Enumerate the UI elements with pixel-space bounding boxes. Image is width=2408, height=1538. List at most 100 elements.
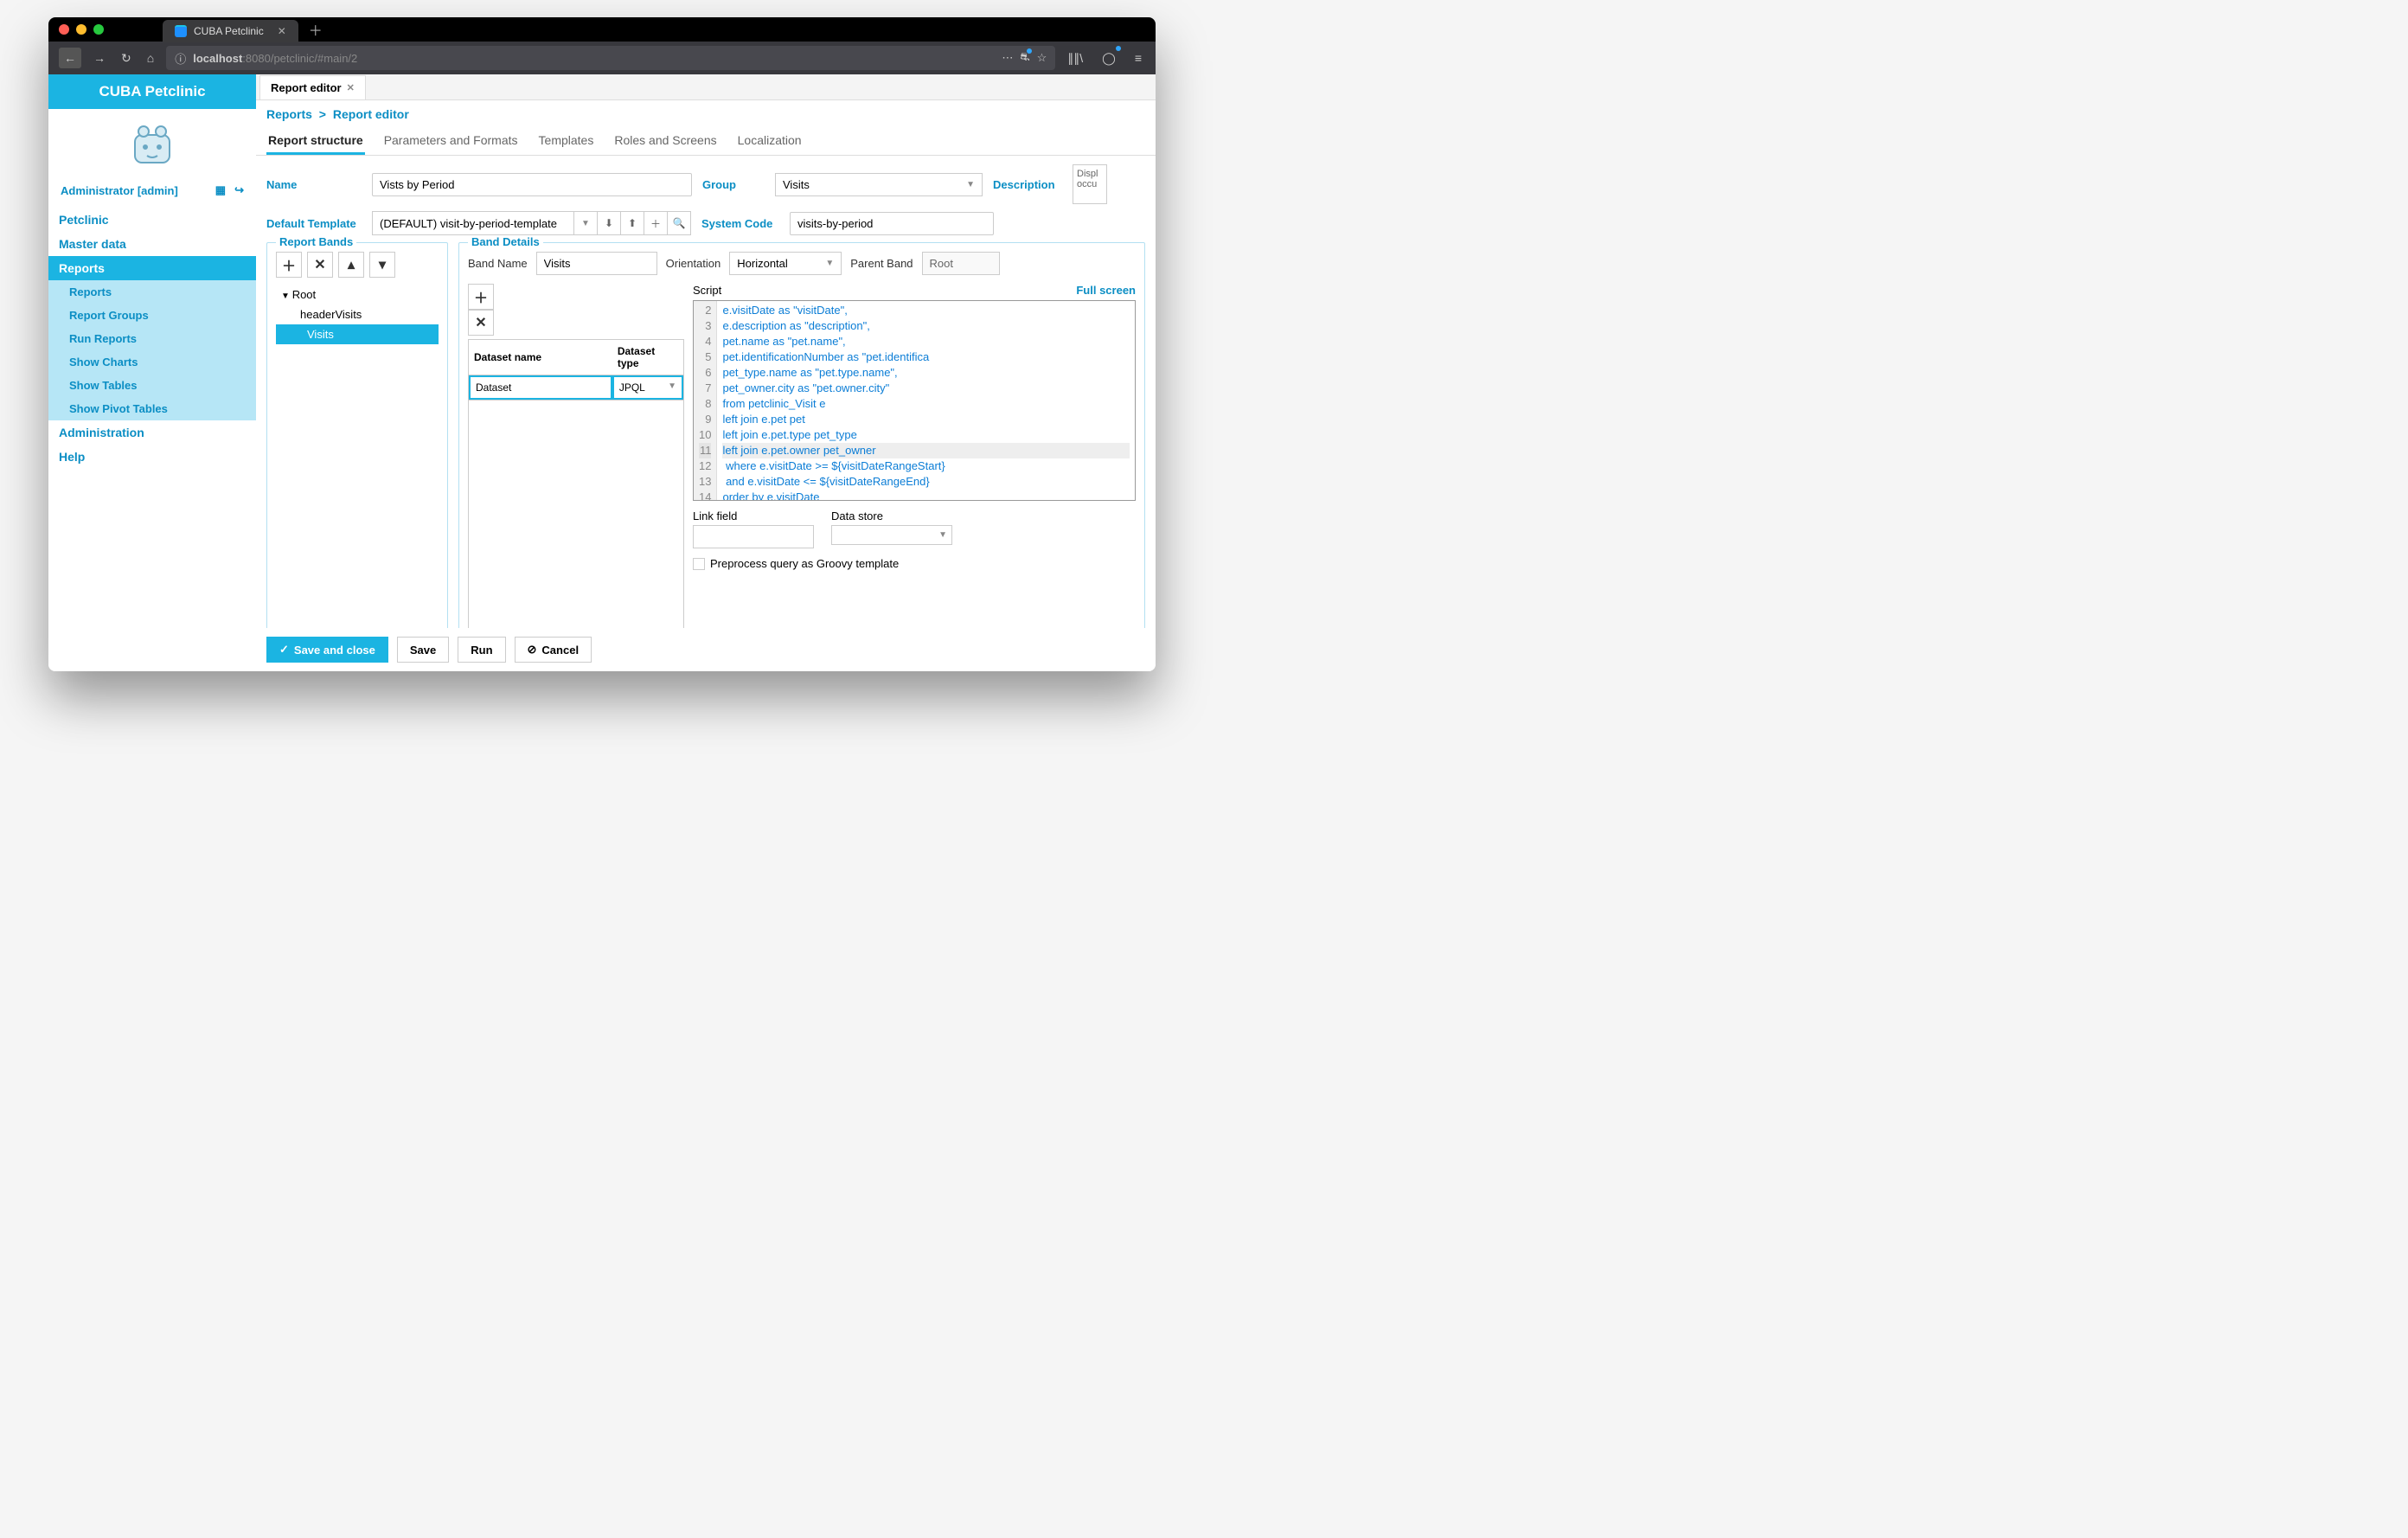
parent-label: Parent Band — [850, 257, 913, 270]
menu-administration[interactable]: Administration — [48, 420, 256, 445]
ds-type-header[interactable]: Dataset type — [612, 340, 683, 375]
band-up-button[interactable]: ▴ — [338, 252, 364, 278]
breadcrumb-root[interactable]: Reports — [266, 107, 312, 121]
home-button[interactable]: ⌂ — [144, 48, 157, 68]
line-gutter: 234567891011121314 — [694, 301, 717, 500]
menu-icon[interactable]: ≡ — [1131, 48, 1145, 68]
tab-params[interactable]: Parameters and Formats — [382, 128, 520, 155]
inner-tabs: Report structure Parameters and Formats … — [256, 125, 1156, 156]
orientation-select[interactable]: Horizontal ▼ — [729, 252, 842, 275]
reload-button[interactable]: ↻ — [118, 48, 135, 69]
grid-icon[interactable]: ▦ — [215, 183, 226, 197]
more-icon[interactable]: ⋯ — [1002, 51, 1013, 65]
tab-close-icon[interactable]: ✕ — [278, 25, 286, 37]
tab-templates[interactable]: Templates — [537, 128, 596, 155]
shield-icon[interactable]: ⛐ — [1020, 50, 1029, 66]
submenu-run-reports[interactable]: Run Reports — [48, 327, 256, 350]
script-label: Script — [693, 284, 721, 297]
chevron-down-icon: ▼ — [668, 381, 676, 394]
menu-reports[interactable]: Reports — [48, 256, 256, 280]
tab-structure[interactable]: Report structure — [266, 128, 365, 155]
browser-tab[interactable]: CUBA Petclinic ✕ — [163, 20, 298, 42]
forward-button[interactable]: → — [90, 48, 109, 68]
bandname-input[interactable] — [536, 252, 657, 275]
save-button[interactable]: Save — [397, 637, 449, 663]
tab-roles[interactable]: Roles and Screens — [612, 128, 718, 155]
menu-petclinic[interactable]: Petclinic — [48, 208, 256, 232]
menu-help[interactable]: Help — [48, 445, 256, 469]
search-icon[interactable]: 🔍 — [667, 211, 691, 235]
template-dropdown-icon[interactable]: ▼ — [573, 211, 598, 235]
window-minimize[interactable] — [76, 24, 86, 35]
tree-visits[interactable]: Visits — [276, 324, 439, 344]
band-remove-button[interactable]: ✕ — [307, 252, 333, 278]
submenu-show-charts[interactable]: Show Charts — [48, 350, 256, 374]
window-maximize[interactable] — [93, 24, 104, 35]
bands-tree: Root headerVisits Visits — [276, 285, 439, 344]
ds-name-input[interactable] — [471, 377, 611, 398]
user-label[interactable]: Administrator [admin] — [61, 184, 178, 197]
app-tab-close-icon[interactable]: ✕ — [347, 82, 355, 93]
account-icon[interactable]: ◯ — [1098, 48, 1119, 69]
name-input[interactable] — [372, 173, 692, 196]
download-icon[interactable]: ⬇ — [597, 211, 621, 235]
chevron-down-icon: ▼ — [966, 180, 975, 189]
band-down-button[interactable]: ▾ — [369, 252, 395, 278]
submenu-report-groups[interactable]: Report Groups — [48, 304, 256, 327]
ds-type-select[interactable]: JPQL▼ — [614, 377, 682, 398]
syscode-input[interactable] — [790, 212, 994, 235]
submenu-show-tables[interactable]: Show Tables — [48, 374, 256, 397]
script-editor[interactable]: 234567891011121314 e.visitDate as "visit… — [693, 300, 1136, 501]
app-tab-report-editor[interactable]: Report editor ✕ — [259, 75, 366, 99]
app-logo — [48, 109, 256, 178]
cancel-icon: ⊘ — [528, 643, 537, 657]
group-select[interactable]: Visits ▼ — [775, 173, 983, 196]
dataset-remove-button[interactable]: ✕ — [468, 310, 494, 336]
upload-icon[interactable]: ⬆ — [620, 211, 644, 235]
save-close-button[interactable]: ✓Save and close — [266, 637, 388, 663]
dataset-add-button[interactable]: ＋ — [468, 284, 494, 310]
link-field-input[interactable] — [693, 525, 814, 548]
orientation-value: Horizontal — [737, 257, 788, 270]
fullscreen-button[interactable]: Full screen — [1076, 284, 1136, 297]
breadcrumb: Reports > Report editor — [256, 100, 1156, 125]
preprocess-checkbox[interactable] — [693, 558, 705, 570]
link-field-label: Link field — [693, 509, 814, 522]
window-close[interactable] — [59, 24, 69, 35]
sidebar: CUBA Petclinic Administrator [admin] ▦ ↪… — [48, 74, 256, 671]
template-select[interactable]: (DEFAULT) visit-by-period-template — [372, 211, 574, 235]
bookmark-icon[interactable]: ☆ — [1037, 51, 1047, 65]
syscode-label: System Code — [701, 217, 779, 230]
tab-title: CUBA Petclinic — [194, 25, 264, 37]
window-titlebar: CUBA Petclinic ✕ ＋ — [48, 17, 1156, 42]
description-box[interactable]: Displ occu — [1073, 164, 1107, 204]
logout-icon[interactable]: ↪ — [234, 183, 244, 197]
band-add-button[interactable]: ＋ — [276, 252, 302, 278]
url-host: localhost — [193, 52, 242, 65]
code-area[interactable]: e.visitDate as "visitDate",e.description… — [717, 301, 1135, 500]
ds-empty-area — [468, 401, 684, 628]
tree-header-visits[interactable]: headerVisits — [276, 304, 439, 324]
data-store-select[interactable]: ▼ — [831, 525, 952, 545]
app-tab-label: Report editor — [271, 81, 342, 94]
cancel-button[interactable]: ⊘Cancel — [515, 637, 592, 663]
menu-master-data[interactable]: Master data — [48, 232, 256, 256]
chevron-down-icon: ▼ — [938, 530, 947, 540]
library-icon[interactable]: ∥∥\ — [1064, 48, 1086, 69]
add-template-icon[interactable]: ＋ — [644, 211, 668, 235]
info-icon[interactable]: ⓘ — [175, 50, 186, 67]
action-bar: ✓Save and close Save Run ⊘Cancel — [256, 628, 1156, 671]
tab-localization[interactable]: Localization — [736, 128, 804, 155]
browser-toolbar: ← → ↻ ⌂ ⓘ localhost:8080/petclinic/#main… — [48, 42, 1156, 74]
data-store-label: Data store — [831, 509, 952, 522]
address-bar[interactable]: ⓘ localhost:8080/petclinic/#main/2 ⋯ ⛐ ☆ — [166, 46, 1055, 70]
submenu-reports[interactable]: Reports — [48, 280, 256, 304]
submenu-show-pivot[interactable]: Show Pivot Tables — [48, 397, 256, 420]
ds-name-header[interactable]: Dataset name — [469, 340, 612, 375]
tree-root[interactable]: Root — [276, 285, 439, 304]
template-value: (DEFAULT) visit-by-period-template — [380, 217, 557, 230]
back-button[interactable]: ← — [59, 48, 81, 68]
template-label: Default Template — [266, 217, 362, 230]
run-button[interactable]: Run — [458, 637, 505, 663]
new-tab-button[interactable]: ＋ — [309, 19, 323, 40]
